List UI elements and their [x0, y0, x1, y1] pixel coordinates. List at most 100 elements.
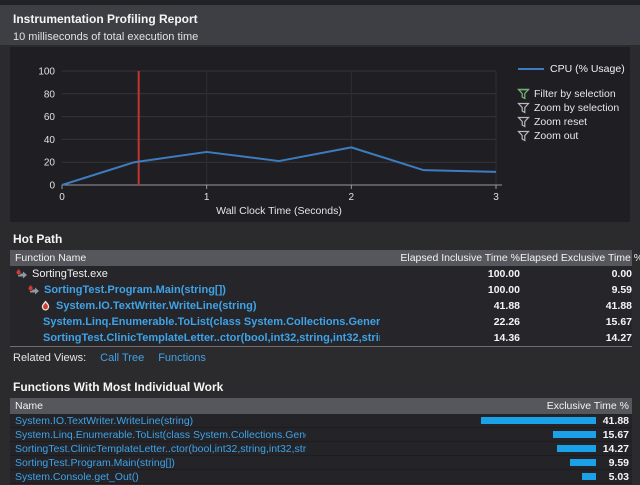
elapsed-inclusive-value: 41.88 [380, 300, 520, 312]
function-work-row[interactable]: System.IO.TextWriter.WriteLine(string) 41… [10, 414, 632, 428]
hot-path-function-cell: SortingTest.ClinicTemplateLetter..ctor(b… [10, 332, 380, 344]
exclusive-time-value: 15.67 [596, 429, 632, 441]
column-header-elapsed-exclusive[interactable]: Elapsed Exclusive Time % [520, 252, 632, 264]
elapsed-inclusive-value: 100.00 [380, 268, 520, 280]
zoom-funnel-icon [517, 116, 530, 128]
legend-label: CPU (% Usage) [550, 63, 625, 75]
function-link[interactable]: System.Console.get_Out() [10, 471, 306, 483]
hot-path-row[interactable]: System.IO.TextWriter.WriteLine(string) 41… [10, 298, 632, 314]
hot-path-row[interactable]: System.Linq.Enumerable.ToList(class Syst… [10, 314, 632, 330]
hot-path-title: Hot Path [0, 232, 640, 246]
svg-text:3: 3 [493, 192, 499, 203]
exclusive-time-value: 41.88 [596, 415, 632, 427]
exclusive-time-bar [582, 473, 596, 480]
column-header-elapsed-inclusive[interactable]: Elapsed Inclusive Time % [380, 252, 520, 264]
functions-most-work-table: Name Exclusive Time % System.IO.TextWrit… [10, 398, 632, 484]
svg-text:100: 100 [38, 67, 55, 78]
svg-text:0: 0 [59, 192, 65, 203]
function-work-row[interactable]: SortingTest.ClinicTemplateLetter..ctor(b… [10, 442, 632, 456]
chart-legend: CPU (% Usage) [518, 63, 625, 75]
exclusive-time-bar [481, 417, 596, 424]
exclusive-time-bar [570, 459, 596, 466]
exclusive-time-bar [553, 431, 596, 438]
exclusive-time-bar-cell [306, 473, 596, 480]
chart-action-label: Zoom out [534, 130, 578, 142]
chart-action-filter-by-selection[interactable]: Filter by selection [517, 87, 619, 101]
report-header: Instrumentation Profiling Report 10 mill… [0, 5, 640, 45]
hot-path-function-cell: System.Linq.Enumerable.ToList(class Syst… [10, 316, 380, 328]
function-work-row[interactable]: System.Console.get_Out() 5.03 [10, 470, 632, 484]
column-header-exclusive-time[interactable]: Exclusive Time % [306, 400, 632, 412]
elapsed-inclusive-value: 14.36 [380, 332, 520, 344]
function-work-row[interactable]: System.Linq.Enumerable.ToList(class Syst… [10, 428, 632, 442]
chart-action-zoom-reset[interactable]: Zoom reset [517, 115, 619, 129]
svg-text:0: 0 [49, 181, 55, 192]
hot-path-icon [27, 284, 40, 296]
hot-path-function-cell: SortingTest.exe [10, 268, 380, 280]
function-label: SortingTest.exe [32, 268, 108, 280]
hot-path-table: Function Name Elapsed Inclusive Time % E… [10, 250, 632, 346]
svg-text:2: 2 [349, 192, 355, 203]
chart-action-label: Filter by selection [534, 88, 616, 100]
exclusive-time-value: 5.03 [596, 471, 632, 483]
functions-most-work-title: Functions With Most Individual Work [0, 380, 640, 394]
page-title: Instrumentation Profiling Report [13, 12, 627, 26]
column-header-function-name[interactable]: Function Name [10, 252, 380, 264]
elapsed-exclusive-value: 9.59 [520, 284, 632, 296]
function-link[interactable]: SortingTest.Program.Main(string[]) [44, 284, 226, 296]
cpu-usage-chart-panel: 0 20 40 60 80 100 0 1 2 3 Wall Clock Time (Seconds… [10, 47, 630, 222]
elapsed-exclusive-value: 15.67 [520, 316, 632, 328]
exclusive-time-value: 9.59 [596, 457, 632, 469]
related-link-functions[interactable]: Functions [158, 352, 206, 364]
hot-path-icon [15, 268, 28, 280]
svg-text:20: 20 [44, 158, 56, 169]
exclusive-time-bar-cell [306, 445, 596, 452]
elapsed-exclusive-value: 0.00 [520, 268, 632, 280]
chart-action-zoom-out[interactable]: Zoom out [517, 129, 619, 143]
svg-text:60: 60 [44, 112, 56, 123]
svg-text:80: 80 [44, 89, 56, 100]
filter-funnel-icon [517, 88, 530, 100]
column-header-name[interactable]: Name [10, 400, 306, 412]
chart-action-label: Zoom by selection [534, 102, 619, 114]
svg-text:40: 40 [44, 135, 56, 146]
chart-action-zoom-by-selection[interactable]: Zoom by selection [517, 101, 619, 115]
related-views-label: Related Views: [13, 352, 86, 364]
related-views: Related Views: Call Tree Functions [0, 347, 640, 367]
chart-actions: Filter by selection Zoom by selection Zoom… [517, 87, 619, 143]
function-link[interactable]: SortingTest.ClinicTemplateLetter..ctor(b… [10, 443, 306, 455]
cpu-usage-series-line [62, 147, 496, 185]
hot-path-function-cell: System.IO.TextWriter.WriteLine(string) [10, 300, 380, 312]
flame-icon [39, 300, 52, 312]
exclusive-time-bar [557, 445, 596, 452]
elapsed-exclusive-value: 14.27 [520, 332, 632, 344]
svg-text:1: 1 [204, 192, 210, 203]
function-work-row[interactable]: SortingTest.Program.Main(string[]) 9.59 [10, 456, 632, 470]
exclusive-time-value: 14.27 [596, 443, 632, 455]
elapsed-inclusive-value: 22.26 [380, 316, 520, 328]
legend-line-swatch [518, 68, 544, 70]
function-link[interactable]: System.Linq.Enumerable.ToList(class Syst… [10, 429, 306, 441]
function-link[interactable]: System.IO.TextWriter.WriteLine(string) [10, 415, 306, 427]
functions-table-header: Name Exclusive Time % [10, 398, 632, 414]
hot-path-function-cell: SortingTest.Program.Main(string[]) [10, 284, 380, 296]
function-link[interactable]: System.IO.TextWriter.WriteLine(string) [56, 300, 257, 312]
chart-action-label: Zoom reset [534, 116, 587, 128]
zoom-funnel-icon [517, 130, 530, 142]
exclusive-time-bar-cell [306, 431, 596, 438]
related-link-call-tree[interactable]: Call Tree [100, 352, 144, 364]
elapsed-exclusive-value: 41.88 [520, 300, 632, 312]
hot-path-table-header: Function Name Elapsed Inclusive Time % E… [10, 250, 632, 266]
exclusive-time-bar-cell [306, 417, 596, 424]
elapsed-inclusive-value: 100.00 [380, 284, 520, 296]
function-link[interactable]: SortingTest.Program.Main(string[]) [10, 457, 306, 469]
function-link[interactable]: SortingTest.ClinicTemplateLetter..ctor(b… [43, 332, 380, 344]
page-subtitle: 10 milliseconds of total execution time [13, 31, 627, 43]
function-link[interactable]: System.Linq.Enumerable.ToList(class Syst… [43, 316, 380, 328]
hot-path-row[interactable]: SortingTest.Program.Main(string[]) 100.00… [10, 282, 632, 298]
hot-path-row[interactable]: SortingTest.ClinicTemplateLetter..ctor(b… [10, 330, 632, 346]
zoom-funnel-icon [517, 102, 530, 114]
hot-path-row[interactable]: SortingTest.exe 100.000.00 [10, 266, 632, 282]
exclusive-time-bar-cell [306, 459, 596, 466]
x-axis-label: Wall Clock Time (Seconds) [216, 205, 342, 217]
